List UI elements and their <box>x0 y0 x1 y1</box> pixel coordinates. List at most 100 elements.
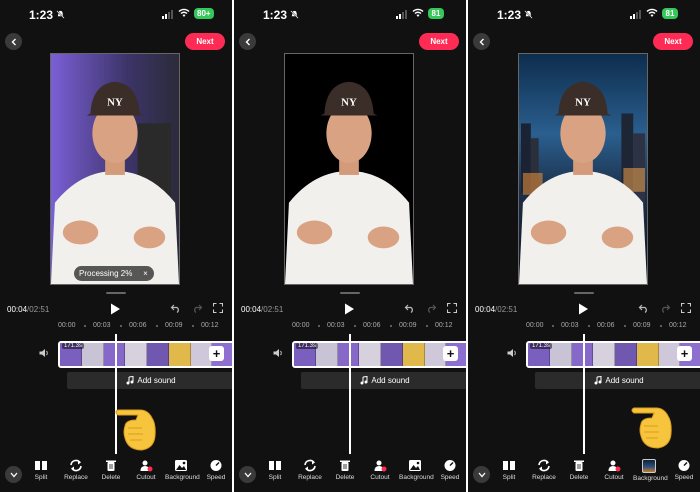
split-tool[interactable]: Split <box>259 459 291 482</box>
collapse-button[interactable] <box>5 466 22 483</box>
replace-tool[interactable]: Replace <box>294 459 326 482</box>
timeline-ruler: 00:00 00:03 00:06 00:09 00:12 <box>468 322 700 332</box>
tick-label: 00:00 <box>58 322 76 329</box>
tick-dot <box>84 325 86 327</box>
video-clip-strip[interactable] <box>58 341 232 368</box>
tick-label: 00:03 <box>93 322 111 329</box>
processing-toast: Processing 2% × <box>74 266 154 281</box>
background-tool[interactable]: Background <box>165 459 200 482</box>
speed-tool[interactable]: Speed <box>668 459 700 482</box>
cutout-tool[interactable]: Cutout <box>364 459 396 482</box>
add-clip-button[interactable]: + <box>209 346 224 361</box>
tick-label: 00:09 <box>633 322 651 329</box>
status-time: 1:23 <box>263 8 288 22</box>
current-time: 00:04 <box>475 305 496 314</box>
drag-handle[interactable] <box>340 292 360 294</box>
status-bar: 1:23 81 <box>468 0 700 26</box>
playhead[interactable] <box>349 334 351 454</box>
tool-label: Background <box>399 474 434 481</box>
next-button[interactable]: Next <box>653 33 693 50</box>
split-tool[interactable]: Split <box>493 459 525 482</box>
speed-tool[interactable]: Speed <box>434 459 466 482</box>
processing-close-button[interactable]: × <box>140 268 151 279</box>
cutout-tool[interactable]: Cutout <box>130 459 162 482</box>
bell-muted-icon <box>56 10 65 19</box>
video-clip-strip[interactable] <box>292 341 466 368</box>
redo-icon[interactable] <box>192 303 203 313</box>
timeline-ruler: 00:00 00:03 00:06 00:09 00:12 <box>234 322 466 332</box>
back-button[interactable] <box>239 33 256 50</box>
bell-muted-icon <box>290 10 299 19</box>
add-sound-button[interactable]: Add sound <box>535 372 700 389</box>
collapse-button[interactable] <box>473 466 490 483</box>
replace-tool[interactable]: Replace <box>528 459 560 482</box>
tick-label: 00:00 <box>526 322 544 329</box>
add-clip-button[interactable]: + <box>443 346 458 361</box>
back-button[interactable] <box>473 33 490 50</box>
tick-dot <box>120 325 122 327</box>
background-icon <box>175 460 187 471</box>
next-button[interactable]: Next <box>185 33 225 50</box>
collapse-button[interactable] <box>239 466 256 483</box>
delete-tool[interactable]: Delete <box>563 459 595 482</box>
clip-frame <box>168 343 191 366</box>
tick-label: 00:09 <box>399 322 417 329</box>
music-note-icon <box>126 376 134 385</box>
clip-frame <box>81 343 104 366</box>
timeline-ruler: 00:00 00:03 00:06 00:09 00:12 <box>0 322 232 332</box>
redo-icon[interactable] <box>426 303 437 313</box>
volume-icon[interactable] <box>507 348 518 358</box>
play-icon[interactable] <box>344 303 355 315</box>
tick-label: 00:09 <box>165 322 183 329</box>
playback-time: 00:04/02:51 <box>475 305 517 314</box>
tool-label: Delete <box>335 474 355 481</box>
cellular-signal-icon <box>396 10 407 19</box>
add-sound-label: Add sound <box>137 376 176 385</box>
volume-icon[interactable] <box>273 348 284 358</box>
add-clip-button[interactable]: + <box>677 346 692 361</box>
chevron-down-icon <box>244 472 251 477</box>
add-sound-button[interactable]: Add sound <box>67 372 232 389</box>
cutout-icon <box>608 460 621 472</box>
replace-tool[interactable]: Replace <box>60 459 92 482</box>
redo-icon[interactable] <box>660 303 671 313</box>
fullscreen-icon[interactable] <box>213 303 223 313</box>
drag-handle[interactable] <box>574 292 594 294</box>
bell-muted-icon <box>524 10 533 19</box>
current-time: 00:04 <box>7 305 28 314</box>
tick-dot <box>354 325 356 327</box>
undo-icon[interactable] <box>170 303 181 313</box>
back-button[interactable] <box>5 33 22 50</box>
clip-duration-tag: 171.3s <box>296 343 319 349</box>
video-clip-strip[interactable] <box>526 341 700 368</box>
volume-icon[interactable] <box>39 348 50 358</box>
delete-tool[interactable]: Delete <box>329 459 361 482</box>
next-button[interactable]: Next <box>419 33 459 50</box>
tool-label: Speed <box>440 474 460 481</box>
delete-tool[interactable]: Delete <box>95 459 127 482</box>
background-icon <box>642 459 656 473</box>
fullscreen-icon[interactable] <box>447 303 457 313</box>
cutout-tool[interactable]: Cutout <box>598 459 630 482</box>
tool-label: Speed <box>206 474 226 481</box>
cutout-icon <box>374 460 387 472</box>
speed-tool[interactable]: Speed <box>200 459 232 482</box>
wifi-icon <box>646 8 658 17</box>
play-icon[interactable] <box>578 303 589 315</box>
background-tool[interactable]: Background <box>399 459 434 482</box>
play-icon[interactable] <box>110 303 121 315</box>
tool-label: Background <box>165 474 200 481</box>
undo-icon[interactable] <box>404 303 415 313</box>
video-preview[interactable]: NY <box>284 53 414 285</box>
playhead[interactable] <box>583 334 585 454</box>
video-preview[interactable]: NY <box>518 53 648 285</box>
tool-label: Replace <box>532 474 556 481</box>
split-tool[interactable]: Split <box>25 459 57 482</box>
background-tool[interactable]: Background <box>633 459 668 483</box>
fullscreen-icon[interactable] <box>681 303 691 313</box>
video-preview[interactable]: NY <box>50 53 180 285</box>
add-sound-button[interactable]: Add sound <box>301 372 466 389</box>
drag-handle[interactable] <box>106 292 126 294</box>
tool-label: Cutout <box>370 474 390 481</box>
undo-icon[interactable] <box>638 303 649 313</box>
